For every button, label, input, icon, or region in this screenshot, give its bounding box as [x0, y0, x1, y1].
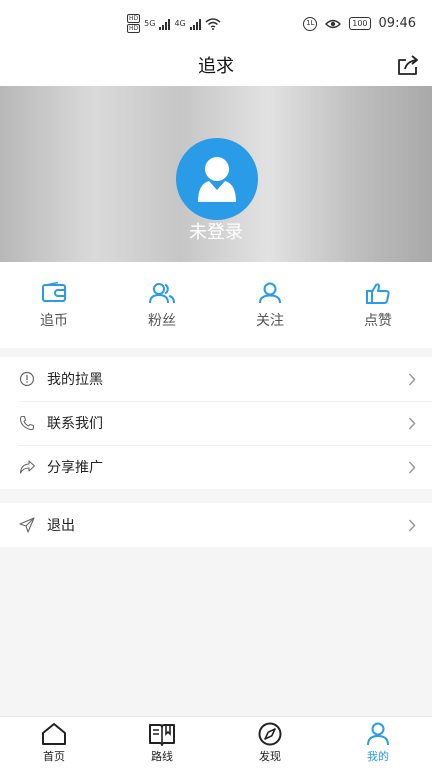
tab-label-discover: 发现	[259, 750, 281, 763]
profile-icon	[367, 722, 389, 746]
menu-group-main: 我的拉黑 联系我们 分享推广	[0, 357, 432, 489]
signal-icon	[159, 18, 171, 30]
phone-icon	[18, 414, 36, 432]
chevron-right-icon	[408, 461, 416, 474]
stat-label-follow: 关注	[256, 313, 284, 329]
chevron-right-icon	[408, 373, 416, 386]
status-bar: HD HD 5G 4G 1L 100 09:46	[0, 0, 432, 48]
menu-item-share[interactable]: 分享推广	[0, 445, 432, 489]
eye-icon	[325, 19, 342, 28]
menu-label-contact: 联系我们	[47, 416, 103, 432]
network-5g-label: 5G	[144, 19, 156, 28]
stat-fans[interactable]: 粉丝	[108, 262, 216, 348]
stat-follow[interactable]: 关注	[216, 262, 324, 348]
chevron-right-icon	[408, 417, 416, 430]
send-icon	[18, 516, 36, 534]
menu-item-contact[interactable]: 联系我们	[0, 401, 432, 445]
tab-label-home: 首页	[43, 750, 65, 763]
stat-label-coins: 追币	[40, 313, 68, 329]
login-status[interactable]: 未登录	[0, 218, 432, 244]
avatar[interactable]	[176, 138, 258, 220]
share-icon	[398, 55, 418, 75]
menu-label-share: 分享推广	[47, 460, 103, 476]
user-icon	[259, 282, 281, 304]
menu-item-blacklist[interactable]: 我的拉黑	[0, 357, 432, 401]
stat-likes[interactable]: 点赞	[324, 262, 432, 348]
map-icon	[149, 724, 175, 746]
status-circle-icon: 1L	[303, 16, 318, 31]
stat-coins[interactable]: 追币	[0, 262, 108, 348]
hd-badge-top: HD	[127, 14, 141, 23]
home-icon	[42, 723, 66, 745]
share-arrow-icon	[18, 458, 36, 476]
tab-discover[interactable]: 发现	[216, 717, 324, 768]
battery-icon: 100	[349, 17, 371, 30]
compass-icon	[258, 722, 282, 746]
menu-item-logout[interactable]: 退出	[0, 503, 432, 547]
user-avatar-icon	[198, 157, 236, 202]
hd-badge-bottom: HD	[127, 24, 141, 33]
network-4g-label: 4G	[174, 19, 186, 28]
tab-route[interactable]: 路线	[108, 717, 216, 768]
wifi-icon	[205, 17, 221, 30]
menu-label-logout: 退出	[47, 518, 75, 534]
hd-badges: HD HD	[127, 14, 141, 33]
fans-icon	[149, 283, 175, 304]
stat-label-likes: 点赞	[364, 313, 392, 329]
chevron-right-icon	[408, 519, 416, 532]
info-icon	[18, 370, 36, 388]
profile-banner: 未登录	[0, 86, 432, 262]
status-right: 1L 100 09:46	[303, 16, 416, 31]
tab-home[interactable]: 首页	[0, 717, 108, 768]
stat-label-fans: 粉丝	[148, 313, 176, 329]
tab-label-route: 路线	[151, 750, 173, 763]
stats-row: 追币 粉丝 关注 点赞	[0, 262, 432, 348]
wallet-icon	[42, 282, 66, 302]
nav-bar: 追求	[0, 48, 432, 86]
tab-label-mine: 我的	[367, 750, 389, 763]
share-button[interactable]	[394, 52, 422, 78]
tab-mine[interactable]: 我的	[324, 717, 432, 768]
page-title: 追求	[198, 56, 234, 77]
signal-icon-2	[189, 18, 201, 30]
clock: 09:46	[378, 16, 416, 31]
menu-label-blacklist: 我的拉黑	[47, 372, 103, 388]
bottom-tab-bar: 首页 路线 发现 我的	[0, 716, 432, 768]
thumbs-up-icon	[366, 283, 390, 304]
menu-group-logout: 退出	[0, 503, 432, 547]
status-left: HD HD 5G 4G	[127, 14, 221, 33]
